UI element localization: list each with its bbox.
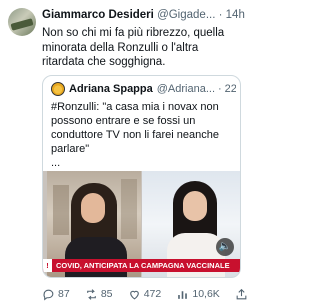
news-banner: ! COVID, ANTICIPATA LA CAMPAGNA VACCINALE bbox=[43, 259, 240, 272]
reply-icon bbox=[43, 289, 54, 300]
reply-count: 87 bbox=[58, 288, 70, 300]
banner-text: COVID, ANTICIPATA LA CAMPAGNA VACCINALE bbox=[56, 261, 230, 270]
quoted-tweet-header: Adriana Spappa @Adriana... · 22h bbox=[51, 82, 236, 96]
author-name[interactable]: Giammarco Desideri bbox=[42, 9, 154, 21]
quoted-tweet-text: #Ronzulli: "a casa mia i novax non posso… bbox=[51, 100, 237, 170]
like-count: 472 bbox=[143, 288, 162, 300]
quoted-tweet[interactable]: Adriana Spappa @Adriana... · 22h #Ronzul… bbox=[42, 75, 241, 278]
quoted-tweet-ellipsis: ... bbox=[51, 157, 61, 169]
quoted-author-avatar bbox=[51, 82, 65, 96]
volume-icon[interactable]: 🔈 bbox=[216, 238, 234, 256]
time-separator: · bbox=[218, 9, 223, 21]
views-icon bbox=[178, 290, 188, 299]
heart-icon bbox=[129, 290, 139, 299]
share-icon bbox=[236, 288, 247, 299]
quoted-time-separator: · bbox=[218, 83, 222, 95]
views-count: 10,6K bbox=[192, 288, 220, 300]
views-button[interactable]: 10,6K bbox=[176, 288, 220, 301]
author-handle[interactable]: @Gigade... bbox=[157, 9, 215, 21]
reply-button[interactable]: 87 bbox=[42, 288, 70, 301]
retweet-count: 85 bbox=[100, 288, 113, 300]
like-button[interactable]: 472 bbox=[128, 288, 162, 301]
tweet-header: Giammarco Desideri @Gigade... · 14h bbox=[42, 9, 246, 21]
quoted-author-name: Adriana Spappa bbox=[69, 83, 153, 95]
banner-exclamation: ! bbox=[43, 259, 52, 272]
author-avatar[interactable] bbox=[8, 8, 36, 36]
quoted-author-handle: @Adriana... bbox=[156, 83, 215, 95]
quoted-tweet-time: 22h bbox=[224, 83, 236, 95]
retweet-icon bbox=[87, 288, 96, 300]
quoted-tweet-body: #Ronzulli: "a casa mia i novax non posso… bbox=[51, 101, 219, 155]
quoted-tweet-video[interactable]: 🔈 ! COVID, ANTICIPATA LA CAMPAGNA VACCINA… bbox=[43, 171, 240, 277]
share-button[interactable] bbox=[235, 288, 248, 301]
retweet-button[interactable]: 85 bbox=[85, 288, 113, 301]
tweet-actions: 87 85 472 10,6K bbox=[42, 286, 248, 302]
tweet-text: Non so chi mi fa più ribrezzo, quella mi… bbox=[42, 27, 225, 68]
tweet-time[interactable]: 14h bbox=[226, 9, 245, 21]
